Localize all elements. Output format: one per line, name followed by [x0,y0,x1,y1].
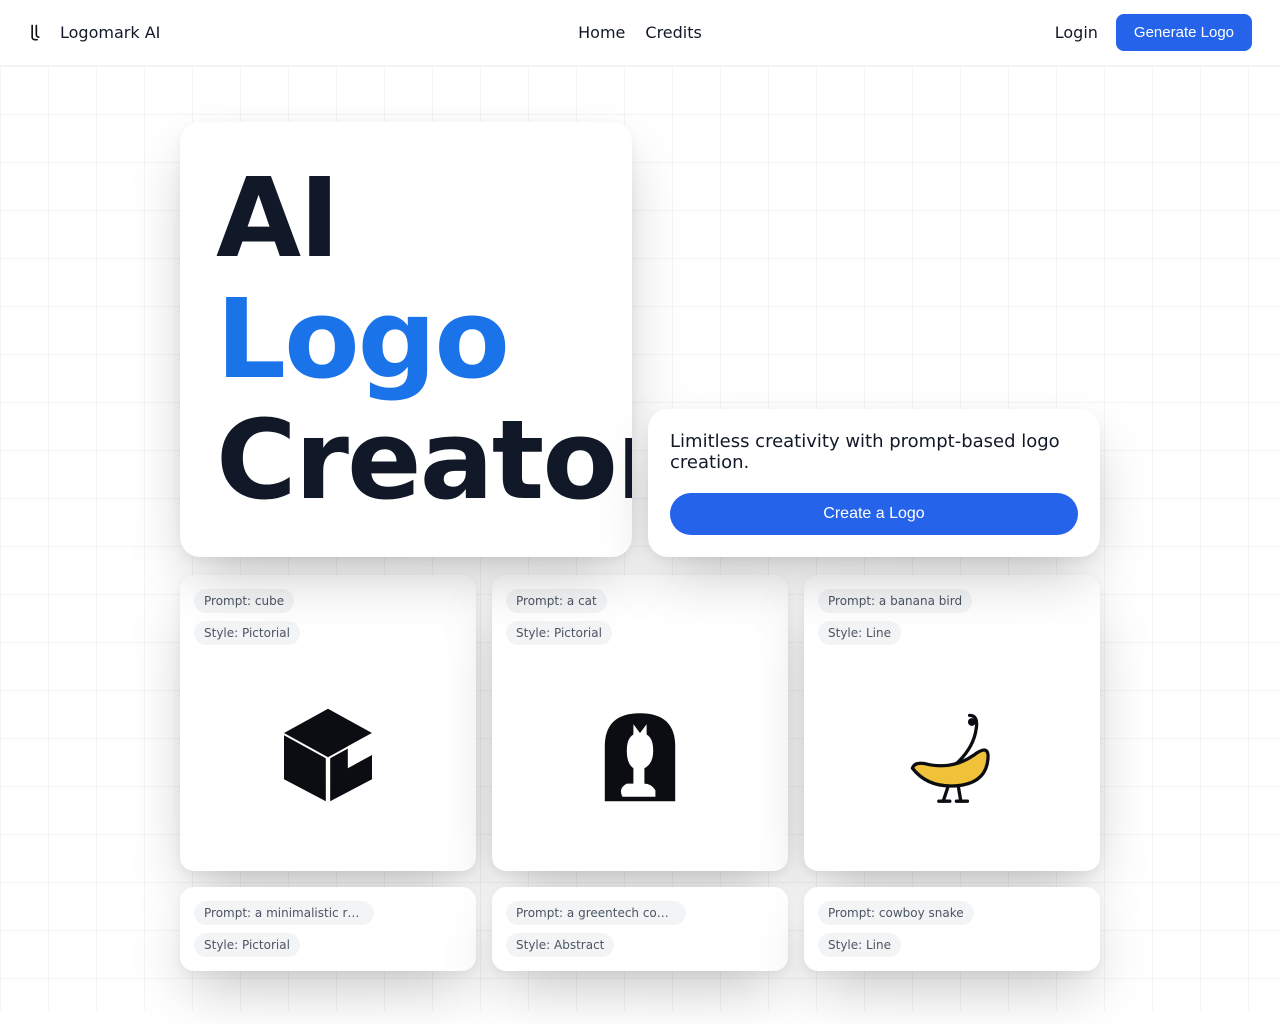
example-card[interactable]: Prompt: a banana bird Style: Line [804,575,1100,871]
login-link[interactable]: Login [1055,23,1098,42]
style-badge: Style: Pictorial [194,621,300,645]
header-right: Login Generate Logo [1055,14,1252,51]
prompt-badge: Prompt: a greentech company [506,901,686,925]
cube-icon [273,700,383,810]
brand-logo-icon [28,23,48,43]
header-nav: Home Credits [578,23,702,42]
header-left: Logomark AI [28,23,160,43]
hero-line-3: Creator [216,396,632,524]
example-card[interactable]: Prompt: a cat Style: Pictorial [492,575,788,871]
style-badge: Style: Abstract [506,933,614,957]
nav-credits[interactable]: Credits [645,23,701,42]
hero-title: AI Logo Creator [216,158,596,521]
hero-line-1: AI [216,154,338,282]
prompt-badge: Prompt: a minimalistic rainforest ... [194,901,374,925]
prompt-badge: Prompt: cowboy snake [818,901,974,925]
example-image [194,653,462,857]
example-card[interactable]: Prompt: a minimalistic rainforest ... St… [180,887,476,971]
examples-grid: Prompt: cube Style: Pictorial [180,575,1100,971]
example-card[interactable]: Prompt: a greentech company Style: Abstr… [492,887,788,971]
prompt-badge: Prompt: cube [194,589,294,613]
hero-title-card: AI Logo Creator [180,122,632,557]
style-badge: Style: Line [818,933,901,957]
cta-card: Limitless creativity with prompt-based l… [648,409,1100,557]
main: AI Logo Creator Limitless creativity wit… [0,66,1280,1011]
hero-line-2: Logo [216,275,508,403]
cta-subtitle: Limitless creativity with prompt-based l… [670,431,1078,473]
banana-bird-icon [897,700,1007,810]
generate-logo-button[interactable]: Generate Logo [1116,14,1252,51]
example-card[interactable]: Prompt: cube Style: Pictorial [180,575,476,871]
header: Logomark AI Home Credits Login Generate … [0,0,1280,66]
style-badge: Style: Pictorial [506,621,612,645]
create-logo-button[interactable]: Create a Logo [670,493,1078,535]
brand-name: Logomark AI [60,23,160,42]
example-image [506,653,774,857]
prompt-badge: Prompt: a cat [506,589,607,613]
example-card[interactable]: Prompt: cowboy snake Style: Line [804,887,1100,971]
nav-home[interactable]: Home [578,23,625,42]
style-badge: Style: Line [818,621,901,645]
style-badge: Style: Pictorial [194,933,300,957]
prompt-badge: Prompt: a banana bird [818,589,972,613]
example-image [818,653,1086,857]
hero: AI Logo Creator Limitless creativity wit… [180,122,1100,557]
cat-icon [585,700,695,810]
